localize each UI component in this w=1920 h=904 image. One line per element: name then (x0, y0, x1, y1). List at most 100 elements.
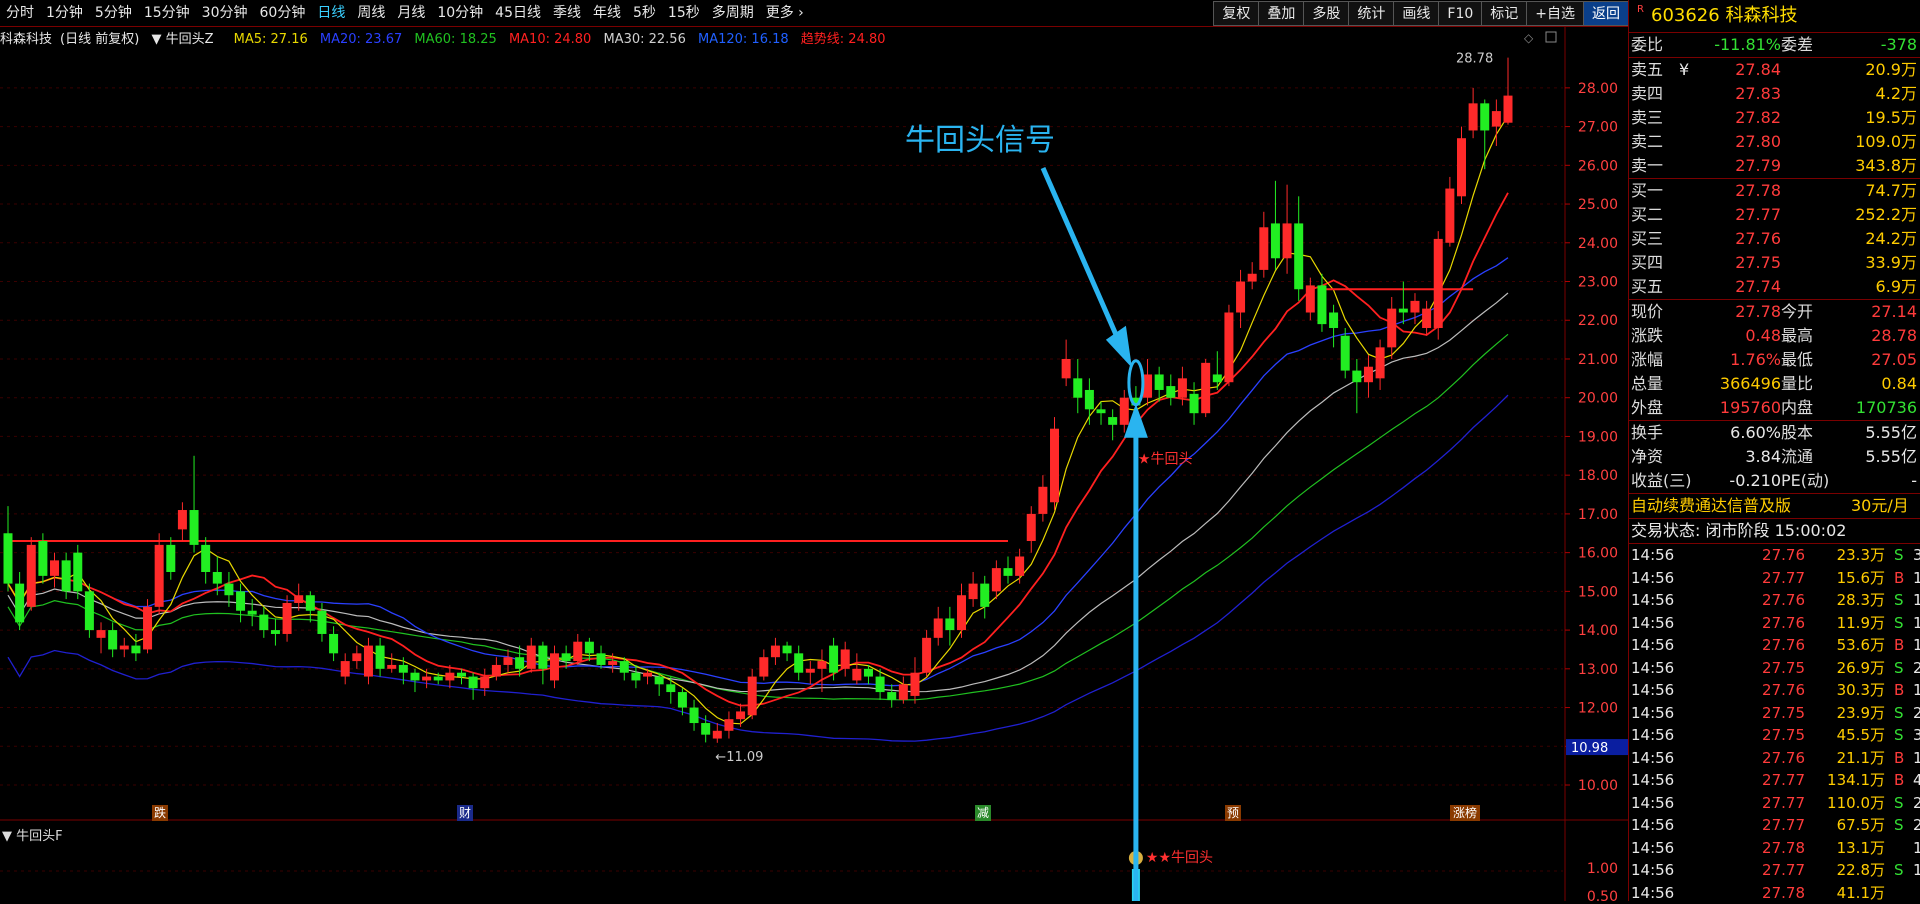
tick-side: B (1894, 769, 1904, 792)
bid-row[interactable]: 买四27.7533.9万 (1629, 251, 1920, 275)
ask-row[interactable]: 卖三27.8219.5万 (1629, 106, 1920, 130)
tick-count: 25 (1913, 702, 1920, 725)
period-tab-15[interactable]: 多周期 (706, 0, 760, 26)
bid-row[interactable]: 买三27.7624.2万 (1629, 227, 1920, 251)
candle-body (143, 607, 152, 650)
period-tab-6[interactable]: 日线 (311, 0, 351, 26)
tick-row: 14:5627.7623.3万S31 (1629, 544, 1920, 567)
candle-body (713, 731, 722, 739)
period-tab-11[interactable]: 季线 (547, 0, 587, 26)
tool-button-4[interactable]: 画线 (1393, 1, 1438, 26)
period-tab-16[interactable]: 更多 › (760, 0, 810, 26)
tool-button-6[interactable]: 标记 (1481, 1, 1526, 26)
candle-body (317, 611, 326, 634)
ad-row[interactable]: 自动续费通达信普及版 30元/月 (1629, 493, 1920, 518)
tool-button-5[interactable]: F10 (1438, 1, 1481, 26)
tool-button-8[interactable]: 返回 (1583, 1, 1628, 26)
tick-volume: 23.9万 (1805, 702, 1885, 725)
period-tab-12[interactable]: 年线 (587, 0, 627, 26)
period-tab-1[interactable]: 1分钟 (40, 0, 89, 26)
bid-label: 买四 (1631, 251, 1663, 275)
ask-price: 27.82 (1689, 106, 1781, 130)
candle-body (62, 560, 71, 591)
ask-label: 卖四 (1631, 82, 1663, 106)
bid-label: 买五 (1631, 275, 1663, 299)
sub-indicator-name: 牛回头F (16, 829, 62, 844)
price-tick-label: 14.00 (1578, 623, 1618, 639)
tick-count: 35 (1913, 724, 1920, 747)
ask-row[interactable]: 卖四27.834.2万 (1629, 82, 1920, 106)
period-tab-5[interactable]: 60分钟 (254, 0, 312, 26)
tick-price: 27.75 (1725, 657, 1805, 680)
ask-row[interactable]: 卖二27.80109.0万 (1629, 130, 1920, 154)
period-tab-14[interactable]: 15秒 (662, 0, 706, 26)
tick-row: 14:5627.7523.9万S25 (1629, 702, 1920, 725)
tool-button-3[interactable]: 统计 (1348, 1, 1393, 26)
tick-volume: 11.9万 (1805, 612, 1885, 635)
ask-row[interactable]: 卖一27.79343.8万 (1629, 154, 1920, 178)
tool-button-0[interactable]: 复权 (1213, 1, 1258, 26)
candle-body (259, 615, 268, 630)
fundamental-value: - (1829, 469, 1917, 493)
candle-body (352, 653, 361, 661)
stat-label: 内盘 (1781, 396, 1813, 420)
ad-price: 30元/月 (1851, 494, 1909, 518)
sub-chart-header[interactable]: ▼ 牛回头F (2, 825, 63, 844)
tick-count: 19 (1913, 589, 1920, 612)
tick-price: 27.75 (1725, 724, 1805, 747)
tick-count: 11 (1913, 747, 1920, 770)
price-tick-label: 26.00 (1578, 158, 1618, 174)
tick-row: 14:5627.7621.1万B11 (1629, 747, 1920, 770)
candle-body (887, 692, 896, 700)
candle-body (817, 661, 826, 669)
candle-body (573, 642, 582, 661)
period-tab-0[interactable]: 分时 (0, 0, 40, 26)
window-toggle-icon[interactable] (1546, 32, 1556, 42)
tool-button-1[interactable]: 叠加 (1258, 1, 1303, 26)
signal-annotation-label: 牛回头信号 (905, 115, 1055, 159)
candle-body (631, 673, 640, 681)
candle-body (422, 677, 431, 681)
candle-body (15, 584, 24, 623)
candle-body (980, 584, 989, 607)
tick-volume: 45.5万 (1805, 724, 1885, 747)
bid-row[interactable]: 买五27.746.9万 (1629, 275, 1920, 299)
ask-label: 卖一 (1631, 154, 1663, 178)
period-tab-8[interactable]: 月线 (391, 0, 431, 26)
candlestick-chart[interactable]: 28.0027.0026.0025.0024.0023.0022.0021.00… (0, 26, 1628, 901)
price-tick-label: 15.00 (1578, 584, 1618, 600)
tick-count: 13 (1913, 859, 1920, 882)
candle-body (97, 630, 106, 638)
current-price-label: 10.98 (1571, 741, 1608, 756)
tick-side: S (1894, 589, 1904, 612)
period-tab-3[interactable]: 15分钟 (138, 0, 196, 26)
tool-button-2[interactable]: 多股 (1303, 1, 1348, 26)
tick-time: 14:56 (1631, 634, 1674, 657)
diamond-icon[interactable]: ◇ (1524, 31, 1534, 45)
tick-row: 14:5627.7767.5万S24 (1629, 814, 1920, 837)
tick-price: 27.76 (1725, 634, 1805, 657)
period-tab-13[interactable]: 5秒 (627, 0, 662, 26)
period-tab-2[interactable]: 5分钟 (89, 0, 138, 26)
tick-list[interactable]: 14:5627.7623.3万S3114:5627.7715.6万B1414:5… (1629, 543, 1920, 904)
bid-row[interactable]: 买一27.7874.7万 (1629, 179, 1920, 203)
tick-price: 27.76 (1725, 612, 1805, 635)
period-tab-7[interactable]: 周线 (351, 0, 391, 26)
tool-button-7[interactable]: +自选 (1526, 1, 1583, 26)
candle-body (1143, 374, 1152, 397)
bid-label: 买三 (1631, 227, 1663, 251)
period-tab-4[interactable]: 30分钟 (196, 0, 254, 26)
tick-price: 27.77 (1725, 567, 1805, 590)
fundamental-value: 5.55亿 (1829, 421, 1917, 445)
bid-row[interactable]: 买二27.77252.2万 (1629, 203, 1920, 227)
period-tab-9[interactable]: 10分钟 (431, 0, 489, 26)
period-tab-10[interactable]: 45日线 (489, 0, 547, 26)
tick-time: 14:56 (1631, 769, 1674, 792)
candle-body (1422, 309, 1431, 328)
ask-row[interactable]: 卖五¥27.8420.9万 (1629, 58, 1920, 82)
bid-label: 买一 (1631, 179, 1663, 203)
tick-time: 14:56 (1631, 792, 1674, 815)
candle-body (736, 711, 745, 719)
candle-body (387, 665, 396, 669)
candle-body (1492, 111, 1501, 126)
